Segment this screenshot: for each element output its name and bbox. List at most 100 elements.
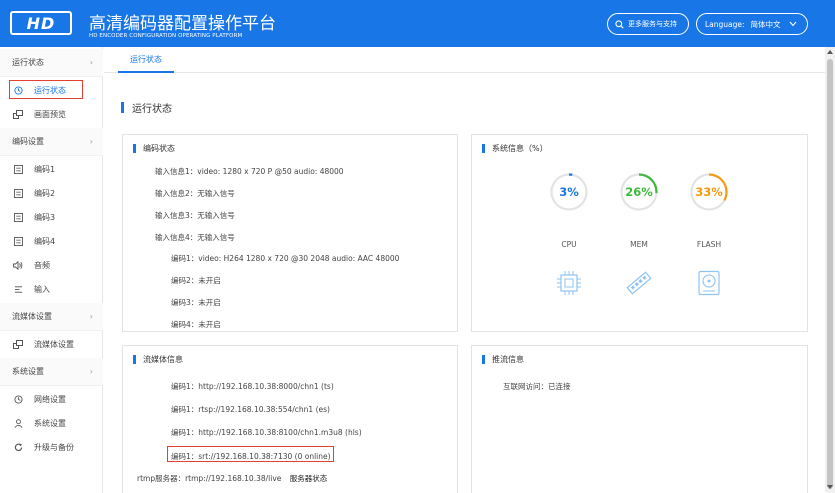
card-title-text: 系统信息（%） bbox=[492, 144, 548, 153]
encode-status-card: 编码状态 输入信息1：video: 1280 x 720 P @50 audio… bbox=[122, 134, 458, 332]
disk-icon bbox=[698, 270, 720, 296]
scroll-up-arrow[interactable] bbox=[827, 50, 833, 54]
sidebar-item-upgrade[interactable]: 升级与备份 bbox=[0, 435, 103, 459]
highlight-box-run-status bbox=[9, 80, 83, 99]
sidebar-item-label: 流媒体设置 bbox=[34, 339, 74, 349]
sidebar-item-label: 系统设置 bbox=[34, 418, 66, 428]
title-accent-bar bbox=[482, 355, 485, 364]
title-accent-bar bbox=[133, 355, 136, 364]
sidebar-group-run-status[interactable]: 运行状态 › bbox=[0, 49, 103, 77]
sidebar-item-encode4[interactable]: 编码4 bbox=[0, 229, 103, 253]
card-title: 流媒体信息 bbox=[133, 354, 183, 365]
flash-value: 33% bbox=[695, 185, 723, 199]
sidebar-item-label: 音频 bbox=[34, 260, 50, 270]
encode-info-1: 编码1：video: H264 1280 x 720 @30 2048 audi… bbox=[171, 254, 400, 263]
page-title-text: 运行状态 bbox=[132, 104, 172, 115]
main-scrollbar[interactable] bbox=[825, 47, 835, 493]
card-title: 编码状态 bbox=[133, 143, 175, 154]
card-title-text: 流媒体信息 bbox=[143, 355, 183, 364]
page-title: 运行状态 bbox=[121, 100, 172, 115]
list-icon bbox=[12, 212, 24, 222]
sidebar-group-label: 系统设置 bbox=[12, 367, 44, 376]
card-title-text: 推流信息 bbox=[492, 355, 524, 364]
chevron-right-icon: › bbox=[89, 367, 93, 376]
sidebar-item-encode1[interactable]: 编码1 bbox=[0, 157, 103, 181]
rtmp-server-line: rtmp服务器：rtmp://192.168.10.38/live 服务器状态 bbox=[137, 473, 327, 484]
language-label: Language: bbox=[705, 19, 745, 29]
sidebar-item-audio[interactable]: 音频 bbox=[0, 253, 103, 277]
encode-info-2: 编码2：未开启 bbox=[171, 276, 221, 285]
sidebar-item-system[interactable]: 系统设置 bbox=[0, 411, 103, 435]
stream-url-ts: 编码1：http://192.168.10.38:8000/chn1 (ts) bbox=[171, 382, 334, 391]
input-info-2: 输入信息2：无输入信号 bbox=[155, 189, 235, 198]
tab-run-status[interactable]: 运行状态 bbox=[118, 47, 174, 73]
sidebar-item-label: 升级与备份 bbox=[34, 442, 74, 452]
encode-info-4: 编码4：未开启 bbox=[171, 320, 221, 329]
system-info-card: 系统信息（%） 3% 26% 33% CPU MEM FLASH bbox=[471, 134, 808, 332]
chevron-right-icon: › bbox=[89, 58, 93, 67]
speaker-icon bbox=[12, 260, 24, 270]
sidebar-item-label: 编码2 bbox=[34, 188, 56, 198]
title-accent-bar bbox=[133, 144, 136, 153]
search-icon bbox=[615, 19, 624, 29]
list-icon bbox=[12, 236, 24, 246]
card-title: 推流信息 bbox=[482, 354, 524, 365]
stream-url-hls: 编码1：http://192.168.10.38:8100/chn1.m3u8 … bbox=[171, 428, 362, 437]
flash-label: FLASH bbox=[696, 240, 722, 249]
list-icon bbox=[12, 164, 24, 174]
refresh-icon bbox=[12, 442, 24, 452]
cpu-value: 3% bbox=[559, 185, 579, 199]
hd-logo: HD bbox=[10, 11, 72, 35]
sidebar-item-encode3[interactable]: 编码3 bbox=[0, 205, 103, 229]
title-accent-bar bbox=[121, 102, 124, 113]
sidebar-item-stream-settings[interactable]: 流媒体设置 bbox=[0, 332, 103, 356]
sidebar-item-label: 画面预览 bbox=[34, 109, 66, 119]
input-info-1: 输入信息1：video: 1280 x 720 P @50 audio: 480… bbox=[155, 167, 344, 176]
sidebar-group-system-settings[interactable]: 系统设置 › bbox=[0, 358, 103, 386]
sidebar-item-label: 编码3 bbox=[34, 212, 56, 222]
language-select[interactable]: Language: 简体中文 bbox=[696, 13, 808, 35]
list-icon bbox=[12, 188, 24, 198]
user-icon bbox=[12, 418, 24, 428]
app-title: 高清编码器配置操作平台 bbox=[89, 14, 276, 34]
card-title: 系统信息（%） bbox=[482, 143, 548, 154]
app-subtitle: HD ENCODER CONFIGURATION OPERATING PLATF… bbox=[89, 33, 243, 39]
sidebar-group-stream-settings[interactable]: 流媒体设置 › bbox=[0, 303, 103, 331]
push-info-card: 推流信息 互联网访问：已连接 bbox=[471, 345, 808, 493]
cpu-icon bbox=[557, 271, 581, 295]
card-title-text: 编码状态 bbox=[143, 144, 175, 153]
memory-icon bbox=[626, 271, 652, 295]
sidebar-item-label: 编码4 bbox=[34, 236, 56, 246]
input-icon bbox=[12, 285, 24, 294]
internet-access-status: 互联网访问：已连接 bbox=[503, 382, 571, 391]
sidebar: 运行状态 › 运行状态 画面预览 编码设置 › 编码1 编码2 编码3 编码4 … bbox=[0, 47, 103, 493]
rtmp-server-url: rtmp服务器：rtmp://192.168.10.38/live bbox=[137, 474, 282, 483]
sidebar-group-label: 流媒体设置 bbox=[12, 312, 52, 321]
rtmp-server-status: 服务器状态 bbox=[289, 474, 328, 483]
input-info-4: 输入信息4：无输入信号 bbox=[155, 233, 235, 242]
title-accent-bar bbox=[482, 144, 485, 153]
sidebar-item-network[interactable]: 网络设置 bbox=[0, 387, 103, 411]
mem-label: MEM bbox=[630, 240, 648, 249]
encode-info-3: 编码3：未开启 bbox=[171, 298, 221, 307]
input-info-3: 输入信息3：无输入信号 bbox=[155, 211, 235, 220]
highlight-box-srt bbox=[167, 446, 334, 462]
sidebar-item-preview[interactable]: 画面预览 bbox=[0, 102, 103, 126]
sidebar-item-input[interactable]: 输入 bbox=[0, 277, 103, 301]
more-services-label: 更多服务与支持 bbox=[628, 20, 677, 28]
stream-info-card: 流媒体信息 编码1：http://192.168.10.38:8000/chn1… bbox=[122, 345, 458, 493]
tab-bar: 运行状态 bbox=[104, 47, 825, 73]
more-services-button[interactable]: 更多服务与支持 bbox=[607, 13, 689, 35]
scroll-thumb[interactable] bbox=[827, 59, 833, 489]
preview-icon bbox=[12, 109, 24, 119]
chevron-right-icon: › bbox=[89, 137, 93, 146]
mem-value: 26% bbox=[625, 185, 653, 199]
preview-icon bbox=[12, 339, 24, 349]
sidebar-group-encode-settings[interactable]: 编码设置 › bbox=[0, 128, 103, 156]
sidebar-group-label: 运行状态 bbox=[12, 58, 44, 67]
scroll-down-arrow[interactable] bbox=[827, 485, 833, 489]
chevron-right-icon: › bbox=[89, 312, 93, 321]
top-header: HD 高清编码器配置操作平台 HD ENCODER CONFIGURATION … bbox=[0, 0, 835, 47]
sidebar-item-label: 编码1 bbox=[34, 164, 56, 174]
sidebar-item-encode2[interactable]: 编码2 bbox=[0, 181, 103, 205]
